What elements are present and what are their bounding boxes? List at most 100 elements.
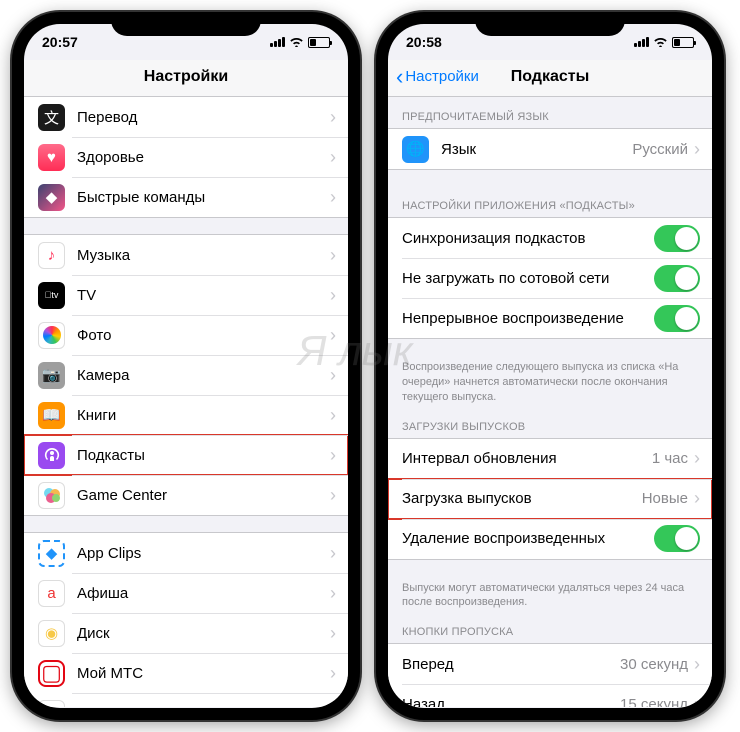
podcasts-settings[interactable]: ПРЕДПОЧИТАЕМЫЙ ЯЗЫК 🌐 Язык Русский › НАС… bbox=[388, 97, 712, 707]
chevron-right-icon: › bbox=[330, 543, 336, 564]
row-gamecenter[interactable]: Game Center › bbox=[24, 475, 348, 515]
row-tv[interactable]: tv TV › bbox=[24, 275, 348, 315]
row-delete-played[interactable]: Удаление воспроизведенных bbox=[388, 519, 712, 559]
row-value: Русский bbox=[632, 141, 688, 158]
row-disk[interactable]: ◉ Диск › bbox=[24, 613, 348, 653]
nav-bar: ‹ Настройки Подкасты bbox=[388, 60, 712, 97]
row-value: 15 секунд bbox=[620, 696, 688, 707]
row-label: Фото bbox=[77, 327, 330, 344]
row-label: Вперед bbox=[402, 656, 620, 673]
notch bbox=[111, 12, 261, 36]
row-afisha[interactable]: а Афиша › bbox=[24, 573, 348, 613]
row-cellular[interactable]: Не загружать по сотовой сети bbox=[388, 258, 712, 298]
row-mts[interactable]: ▢ Мой МТС › bbox=[24, 653, 348, 693]
row-label: Диск bbox=[77, 625, 330, 642]
row-label: Подкасты bbox=[77, 447, 330, 464]
row-translate[interactable]: 文 Перевод › bbox=[24, 97, 348, 137]
row-books[interactable]: 📖 Книги › bbox=[24, 395, 348, 435]
status-right bbox=[634, 35, 694, 50]
row-label: Мой МТС bbox=[77, 665, 330, 682]
chevron-right-icon: › bbox=[330, 405, 336, 426]
row-camera[interactable]: 📷 Камера › bbox=[24, 355, 348, 395]
globe-icon: 🌐 bbox=[402, 136, 429, 163]
row-label: Непрерывное воспроизведение bbox=[402, 310, 654, 327]
row-podcasts[interactable]: Подкасты › bbox=[24, 435, 348, 475]
group-header: ЗАГРУЗКИ ВЫПУСКОВ bbox=[388, 407, 712, 438]
row-music[interactable]: ♪ Музыка › bbox=[24, 235, 348, 275]
section: ◆ App Clips › а Афиша › ◉ Диск › ▢ Мой М… bbox=[24, 532, 348, 707]
toggle-on[interactable] bbox=[654, 225, 700, 252]
back-button[interactable]: ‹ Настройки bbox=[396, 68, 479, 85]
chevron-right-icon: › bbox=[330, 245, 336, 266]
camera-icon: 📷 bbox=[38, 362, 65, 389]
group-header: КНОПКИ ПРОПУСКА bbox=[388, 612, 712, 643]
cellular-icon bbox=[270, 37, 285, 47]
row-appclips[interactable]: ◆ App Clips › bbox=[24, 533, 348, 573]
row-label: Удаление воспроизведенных bbox=[402, 530, 654, 547]
group-header: НАСТРОЙКИ ПРИЛОЖЕНИЯ «ПОДКАСТЫ» bbox=[388, 186, 712, 217]
toggle-on[interactable] bbox=[654, 305, 700, 332]
tv-icon: tv bbox=[38, 282, 65, 309]
row-health[interactable]: ♥ Здоровье › bbox=[24, 137, 348, 177]
photos-icon bbox=[38, 322, 65, 349]
nav-bar: Настройки bbox=[24, 60, 348, 97]
chevron-right-icon: › bbox=[694, 488, 700, 509]
music-icon: ♪ bbox=[38, 242, 65, 269]
row-label: Загрузка выпусков bbox=[402, 490, 642, 507]
cellular-icon bbox=[634, 37, 649, 47]
row-label: Язык bbox=[441, 141, 632, 158]
battery-icon bbox=[672, 37, 694, 48]
row-label: Книги bbox=[77, 407, 330, 424]
row-label: Не загружать по сотовой сети bbox=[402, 270, 654, 287]
toggle-on[interactable] bbox=[654, 525, 700, 552]
settings-list[interactable]: 文 Перевод › ♥ Здоровье › ◆ Быстрые коман… bbox=[24, 97, 348, 707]
chevron-right-icon: › bbox=[330, 445, 336, 466]
row-shortcuts[interactable]: ◆ Быстрые команды › bbox=[24, 177, 348, 217]
row-label: Здоровье bbox=[77, 149, 330, 166]
row-label: Музыка bbox=[77, 247, 330, 264]
row-continuous[interactable]: Непрерывное воспроизведение bbox=[388, 298, 712, 338]
mts-icon: ▢ bbox=[38, 660, 65, 687]
section: 🌐 Язык Русский › bbox=[388, 128, 712, 170]
chevron-right-icon: › bbox=[330, 365, 336, 386]
section: Синхронизация подкастов Не загружать по … bbox=[388, 217, 712, 339]
row-language[interactable]: 🌐 Язык Русский › bbox=[388, 129, 712, 169]
section: 文 Перевод › ♥ Здоровье › ◆ Быстрые коман… bbox=[24, 97, 348, 218]
row-photos[interactable]: Фото › bbox=[24, 315, 348, 355]
group-footer: Выпуски могут автоматически удаляться че… bbox=[388, 576, 712, 613]
row-value: 1 час bbox=[652, 450, 688, 467]
row-value: 30 секунд bbox=[620, 656, 688, 673]
row-episodes-download[interactable]: Загрузка выпусков Новые › bbox=[388, 479, 712, 519]
chevron-right-icon: › bbox=[330, 485, 336, 506]
row-navigator[interactable]: ➤ Навигатор › bbox=[24, 693, 348, 707]
row-value: Новые bbox=[642, 490, 688, 507]
wifi-icon bbox=[289, 35, 304, 50]
navigator-icon: ➤ bbox=[38, 700, 65, 708]
screen-left: 20:57 Настройки 文 Перевод › ♥ bbox=[24, 24, 348, 708]
back-label: Настройки bbox=[405, 68, 479, 85]
shortcuts-icon: ◆ bbox=[38, 184, 65, 211]
health-icon: ♥ bbox=[38, 144, 65, 171]
row-label: Навигатор bbox=[77, 705, 330, 708]
toggle-on[interactable] bbox=[654, 265, 700, 292]
gamecenter-icon bbox=[38, 482, 65, 509]
row-label: Назад bbox=[402, 696, 620, 707]
phone-left: 20:57 Настройки 文 Перевод › ♥ bbox=[12, 12, 360, 720]
row-label: Камера bbox=[77, 367, 330, 384]
chevron-right-icon: › bbox=[330, 285, 336, 306]
row-label: Афиша bbox=[77, 585, 330, 602]
row-label: Быстрые команды bbox=[77, 189, 330, 206]
row-label: Интервал обновления bbox=[402, 450, 652, 467]
chevron-left-icon: ‹ bbox=[396, 70, 403, 84]
chevron-right-icon: › bbox=[694, 694, 700, 707]
row-skip-back[interactable]: Назад 15 секунд › bbox=[388, 684, 712, 707]
row-label: Game Center bbox=[77, 487, 330, 504]
books-icon: 📖 bbox=[38, 402, 65, 429]
row-sync[interactable]: Синхронизация подкастов bbox=[388, 218, 712, 258]
screen-right: 20:58 ‹ Настройки Подкасты ПРЕДПОЧИТАЕМЫ… bbox=[388, 24, 712, 708]
row-skip-forward[interactable]: Вперед 30 секунд › bbox=[388, 644, 712, 684]
section: ♪ Музыка › tv TV › Фото › 📷 Камера bbox=[24, 234, 348, 516]
appclips-icon: ◆ bbox=[38, 540, 65, 567]
row-interval[interactable]: Интервал обновления 1 час › bbox=[388, 439, 712, 479]
group-footer: Воспроизведение следующего выпуска из сп… bbox=[388, 355, 712, 407]
